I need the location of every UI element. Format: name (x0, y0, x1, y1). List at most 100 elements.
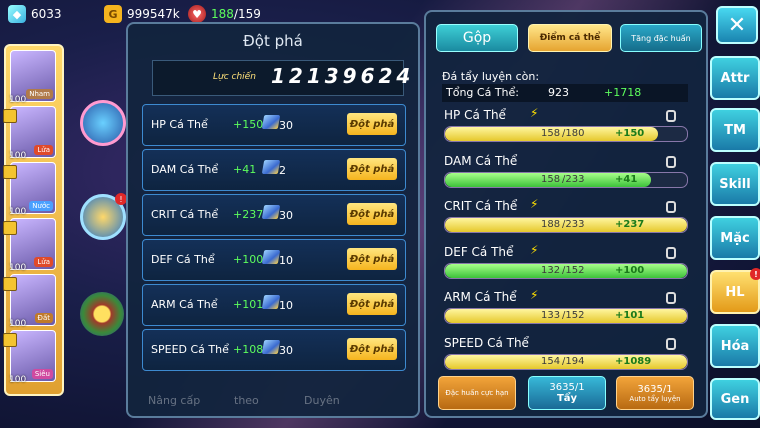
diamond-counter[interactable]: ◆ 6033 (8, 4, 62, 24)
lock-icon[interactable] (666, 337, 676, 350)
bag-icon[interactable]: ! (80, 193, 127, 240)
notification-badge: ! (750, 268, 760, 280)
gem-icon (261, 295, 281, 309)
total-value: 923 (548, 86, 569, 99)
side-menu-skill[interactable]: Skill (710, 162, 760, 206)
side-menu-tm[interactable]: TM (710, 108, 760, 152)
lock-icon[interactable] (666, 155, 676, 168)
total-label: Tổng Cá Thể: (446, 86, 519, 99)
stat-cost: 10 (279, 254, 293, 267)
lock-icon (3, 221, 17, 235)
special-training-button[interactable]: Đặc huấn cực hạn (438, 376, 516, 410)
side-menu-gen[interactable]: Gen (710, 378, 760, 420)
breakthrough-button[interactable]: Đột phá (347, 338, 397, 360)
stat-cost: 2 (279, 164, 286, 177)
close-icon: ✕ (727, 12, 747, 38)
upgrade-tab[interactable]: Nâng cấp (148, 394, 200, 407)
lock-icon (3, 109, 17, 123)
stat-bonus: +237 (233, 208, 264, 221)
stat-bonus: +100 (615, 264, 645, 276)
stat-name: SPEED Cá Thể (151, 343, 229, 356)
breakthrough-row: DEF Cá Thể +100 10 Đột phá (142, 239, 406, 281)
stat-cost: 30 (279, 209, 293, 222)
wash-button[interactable]: 3635/1 Tẩy (528, 376, 606, 410)
power-display: Lực chiến 12139624 (152, 60, 410, 96)
tab-merge[interactable]: Gộp (436, 24, 518, 52)
monster-slot[interactable]: 100 Nham (9, 50, 56, 105)
slot-type: Đất (34, 313, 53, 323)
breakthrough-row: HP Cá Thể +150 30 Đột phá (142, 104, 406, 146)
slot-level: 100 (9, 151, 27, 161)
lock-icon[interactable] (666, 201, 676, 213)
stamina-counter[interactable]: ♥ 188/159 (188, 4, 261, 24)
lock-icon[interactable] (666, 246, 676, 259)
gem-icon (261, 115, 281, 129)
stat-bar: 158/233 +41 (444, 171, 688, 188)
stamina-current: 188 (211, 7, 234, 21)
side-menu-mac[interactable]: Mặc (710, 216, 760, 260)
team-strip: 100 Nham 100 Lửa 100 Nước 100 Lửa 100 Đất 100… (3, 44, 64, 396)
side-menu-hl-label: HL (725, 284, 745, 300)
stat-bonus: +101 (615, 310, 645, 321)
stat-name: SPEED Cá Thể (444, 335, 529, 350)
lock-icon[interactable] (666, 292, 676, 304)
stat-max: /233 (562, 219, 585, 230)
stat-name: HP Cá Thể (444, 108, 506, 122)
power-label: Lực chiến (213, 72, 256, 82)
close-button[interactable]: ✕ (716, 6, 758, 44)
slot-type: Lửa (34, 257, 53, 267)
side-menu-attr[interactable]: Attr (710, 56, 760, 100)
stat-bar: 132/152 +100 (444, 262, 688, 279)
bond-tab[interactable]: Duyên (304, 394, 340, 407)
total-ev-row: Tổng Cá Thể: 923 +1718 (442, 84, 688, 102)
auto-wash-button[interactable]: 3635/1 Auto tẩy luyện (616, 376, 694, 410)
slot-type: Nước (29, 201, 53, 211)
stat-name: DAM Cá Thể (444, 153, 518, 168)
gold-value: 999547k (127, 7, 180, 21)
stat-bonus: +41 (615, 173, 638, 185)
breakthrough-button[interactable]: Đột phá (347, 248, 397, 270)
monster-slot[interactable]: 100 Siêu (3, 330, 56, 385)
breakthrough-button[interactable]: Đột phá (347, 158, 397, 180)
gem-icon (261, 250, 281, 264)
stat-cost: 30 (279, 344, 293, 357)
slot-level: 100 (9, 95, 27, 105)
monster-slot[interactable]: 100 Đất (3, 274, 56, 329)
stat-bonus: +1089 (615, 355, 652, 367)
stat-max: /152 (562, 310, 585, 321)
wheel-icon[interactable] (80, 292, 124, 336)
auto-wash-label: Auto tẩy luyện (629, 394, 681, 403)
diamond-value: 6033 (31, 7, 62, 21)
monster-slot[interactable]: 100 Nước (3, 162, 56, 217)
breakthrough-button[interactable]: Đột phá (347, 113, 397, 135)
gem-icon (261, 160, 281, 174)
stat-name: DEF Cá Thể (151, 253, 215, 266)
breakthrough-row: DAM Cá Thể +41 2 Đột phá (142, 149, 406, 191)
monster-slot[interactable]: 100 Lửa (3, 106, 56, 161)
panel-title: Đột phá (243, 32, 303, 50)
breakthrough-button[interactable]: Đột phá (347, 293, 397, 315)
lightning-icon: ⚡ (530, 242, 539, 257)
tab-special-training[interactable]: Tăng đặc huấn (620, 24, 702, 52)
wash-count: 3635/1 (549, 382, 585, 393)
lightning-icon: ⚡ (530, 106, 539, 120)
side-menu-hl[interactable]: HL! (710, 268, 760, 314)
follow-tab[interactable]: theo (234, 394, 259, 407)
stat-name: DAM Cá Thể (151, 163, 219, 176)
ev-panel: Gộp Điểm cá thể Tăng đặc huấn Đá tẩy luy… (424, 10, 708, 418)
stat-current: 188 (541, 219, 561, 230)
gold-counter[interactable]: G 999547k (104, 4, 180, 24)
stat-name: CRIT Cá Thể (444, 199, 518, 213)
stat-name: ARM Cá Thể (151, 298, 218, 311)
toolkit-icon[interactable] (80, 100, 126, 146)
stat-max: /233 (562, 173, 585, 185)
stat-max: /180 (562, 128, 585, 139)
lock-icon[interactable] (666, 110, 676, 122)
breakthrough-button[interactable]: Đột phá (347, 203, 397, 225)
tab-ev-points[interactable]: Điểm cá thể (528, 24, 612, 52)
stat-name: ARM Cá Thể (444, 290, 517, 304)
stat-bar: 133/152 +101 (444, 308, 688, 324)
monster-slot[interactable]: 100 Lửa (3, 218, 56, 273)
side-menu-hoa[interactable]: Hóa (710, 324, 760, 368)
diamond-icon: ◆ (8, 5, 26, 23)
